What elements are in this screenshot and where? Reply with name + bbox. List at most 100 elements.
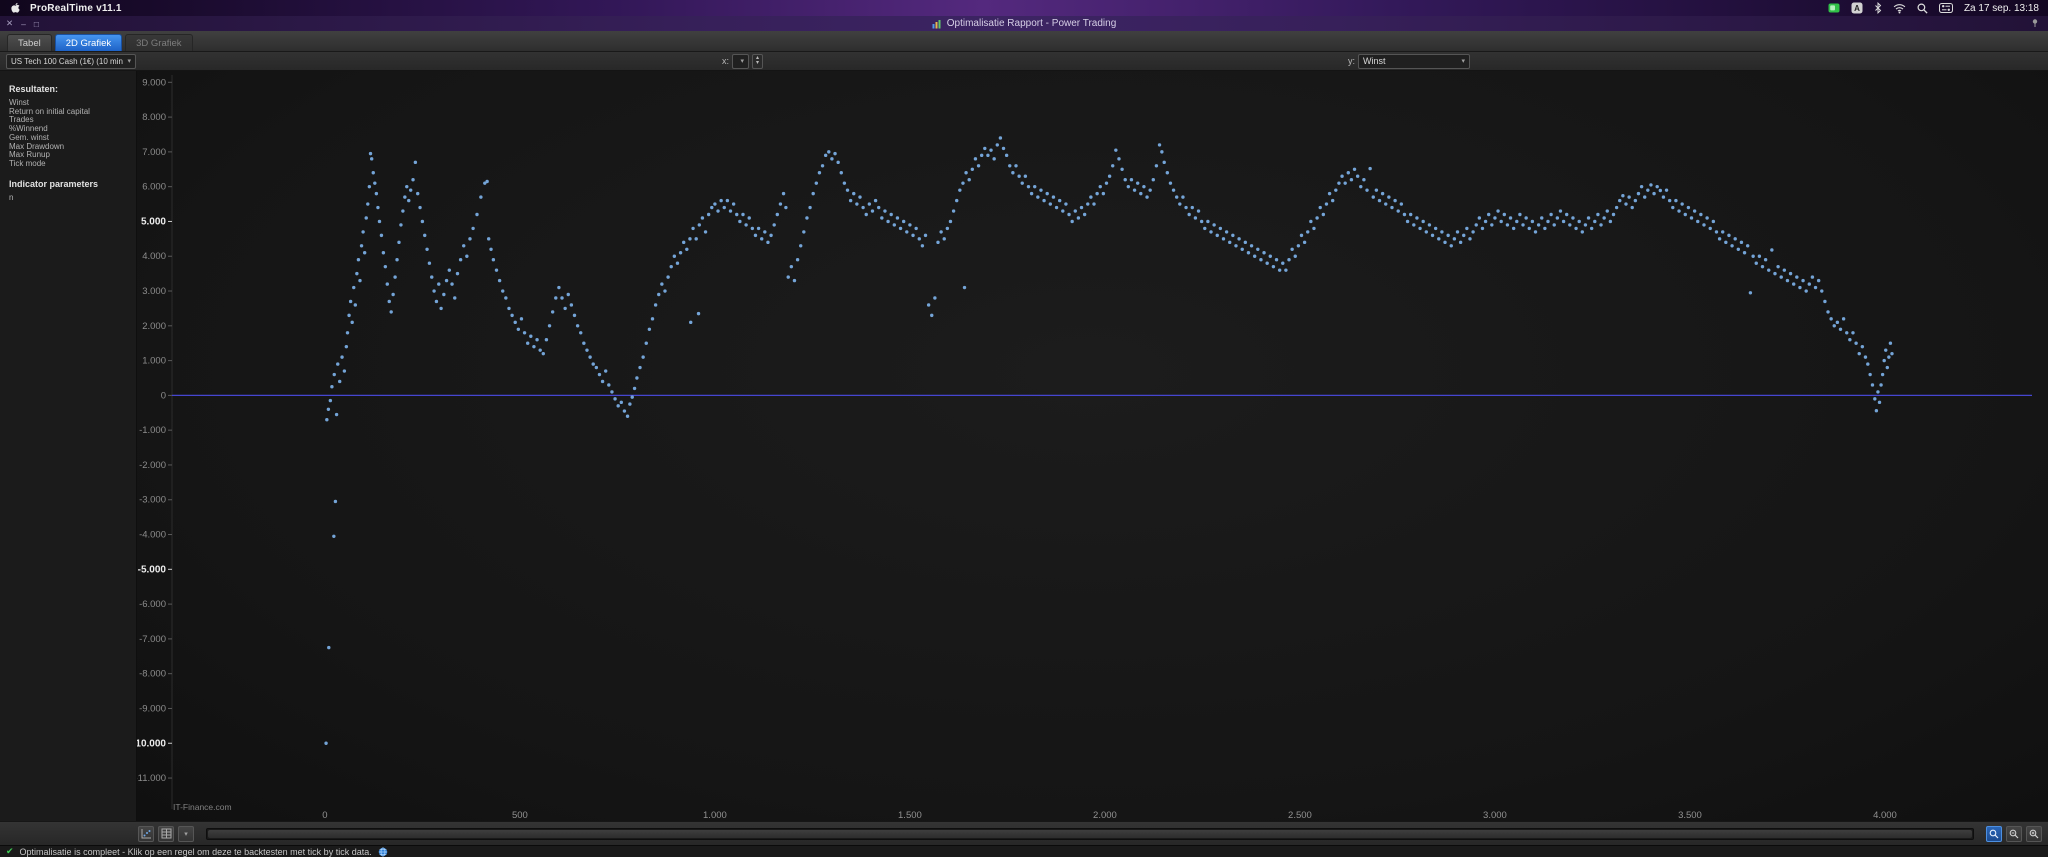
close-window-icon[interactable]: ✕ [6, 18, 13, 29]
scatter-point[interactable] [1816, 278, 1821, 283]
scatter-point[interactable] [781, 191, 786, 196]
scatter-point[interactable] [1483, 219, 1488, 224]
scatter-point[interactable] [413, 160, 418, 165]
scatter-point[interactable] [632, 386, 637, 391]
scatter-point[interactable] [353, 303, 358, 307]
scatter-plot[interactable]: 9.000 8.000 7.000 6.000 5.000 4.000 3.000 2.000… [137, 71, 2048, 821]
scatter-point[interactable] [1708, 226, 1712, 231]
scatter-point[interactable] [1433, 226, 1438, 231]
scatter-point[interactable] [1020, 181, 1024, 185]
scatter-point[interactable] [362, 251, 367, 255]
scatter-point[interactable] [638, 365, 642, 370]
maximize-window-icon[interactable]: □ [34, 19, 39, 29]
scatter-point[interactable] [374, 191, 379, 196]
scatter-point[interactable] [675, 261, 680, 265]
scatter-point[interactable] [886, 219, 890, 224]
scatter-point[interactable] [641, 355, 645, 359]
scatter-point[interactable] [867, 202, 872, 206]
scatter-point[interactable] [389, 310, 393, 314]
scatter-point[interactable] [1343, 181, 1347, 185]
scatter-point[interactable] [644, 341, 648, 345]
scatter-point[interactable] [1455, 230, 1460, 234]
scatter-point[interactable] [1845, 331, 1849, 335]
scatter-point[interactable] [880, 216, 884, 220]
scatter-point[interactable] [1277, 268, 1282, 272]
scatter-point[interactable] [1309, 219, 1313, 224]
scatter-point[interactable] [713, 202, 717, 206]
scatter-point[interactable] [364, 216, 368, 220]
scatter-point[interactable] [970, 167, 975, 171]
scatter-point[interactable] [992, 157, 996, 161]
scatter-point[interactable] [604, 369, 608, 373]
scatter-point[interactable] [889, 212, 893, 217]
input-source-icon[interactable]: A [1851, 0, 1863, 16]
scatter-point[interactable] [1352, 167, 1357, 171]
scatter-point[interactable] [1355, 174, 1360, 178]
scatter-point[interactable] [1123, 178, 1127, 182]
scatter-point[interactable] [1499, 219, 1503, 224]
apple-menu-icon[interactable] [10, 0, 21, 16]
scatter-point[interactable] [775, 212, 780, 217]
scatter-point[interactable] [958, 188, 962, 192]
scatter-point[interactable] [1733, 237, 1737, 241]
scatter-point[interactable] [1023, 174, 1028, 178]
scatter-point[interactable] [1259, 258, 1263, 262]
scatter-point[interactable] [1212, 223, 1216, 227]
scatter-point[interactable] [1838, 327, 1843, 331]
scatter-point[interactable] [1221, 237, 1226, 241]
scatter-point[interactable] [1070, 219, 1074, 224]
scatter-point[interactable] [1785, 278, 1790, 283]
scatter-point[interactable] [585, 348, 589, 352]
scatter-point[interactable] [998, 136, 1003, 140]
scatter-point[interactable] [1558, 209, 1563, 213]
scatter-point[interactable] [657, 292, 661, 297]
scatter-point[interactable] [1549, 212, 1553, 217]
scatter-point[interactable] [479, 195, 483, 199]
scatter-point[interactable] [1377, 198, 1382, 203]
scatter-point[interactable] [1151, 178, 1155, 182]
scatter-point[interactable] [685, 247, 689, 251]
scatter-point[interactable] [1686, 205, 1691, 210]
scatter-point[interactable] [1627, 195, 1631, 199]
scatter-point[interactable] [359, 244, 364, 248]
scatter-point[interactable] [1683, 212, 1687, 217]
scatter-point[interactable] [572, 313, 577, 318]
scatter-point[interactable] [976, 164, 981, 168]
scatter-point[interactable] [1798, 285, 1802, 290]
scatter-point[interactable] [1487, 212, 1491, 217]
scatter-point[interactable] [1139, 191, 1143, 196]
scatter-point[interactable] [1045, 191, 1049, 196]
instrument-select[interactable]: US Tech 100 Cash (1€) (10 minuten) ▾ [6, 53, 136, 69]
scatter-point[interactable] [766, 240, 770, 245]
scatter-point[interactable] [1162, 160, 1166, 165]
scatter-point[interactable] [1890, 351, 1894, 356]
scatter-point[interactable] [1014, 164, 1018, 168]
scatter-point[interactable] [805, 216, 809, 220]
menu-clock[interactable]: Za 17 sep. 13:18 [1964, 3, 2039, 14]
scatter-point[interactable] [411, 178, 415, 182]
scatter-point[interactable] [1073, 209, 1077, 213]
scatter-point[interactable] [1757, 254, 1762, 258]
scatter-point[interactable] [1017, 174, 1021, 178]
scatter-point[interactable] [1299, 233, 1304, 238]
scatter-point[interactable] [744, 223, 748, 227]
scatter-point[interactable] [1284, 268, 1288, 272]
scatter-point[interactable] [447, 268, 452, 272]
scatter-point[interactable] [504, 296, 508, 300]
scatter-point[interactable] [1643, 195, 1647, 199]
scatter-point[interactable] [535, 338, 539, 342]
scatter-point[interactable] [861, 205, 865, 210]
scatter-point[interactable] [368, 151, 373, 156]
scatter-point[interactable] [691, 226, 695, 231]
scatter-point[interactable] [1231, 233, 1235, 238]
scatter-point[interactable] [731, 202, 736, 206]
scatter-point[interactable] [1051, 195, 1056, 199]
scatter-point[interactable] [669, 264, 673, 269]
scatter-point[interactable] [1658, 188, 1663, 193]
scatter-point[interactable] [1268, 254, 1272, 258]
scatter-point[interactable] [986, 153, 990, 158]
scatter-point[interactable] [936, 240, 940, 245]
scatter-point[interactable] [1148, 188, 1152, 192]
scatter-point[interactable] [1810, 275, 1815, 279]
scatter-point[interactable] [1885, 365, 1890, 370]
